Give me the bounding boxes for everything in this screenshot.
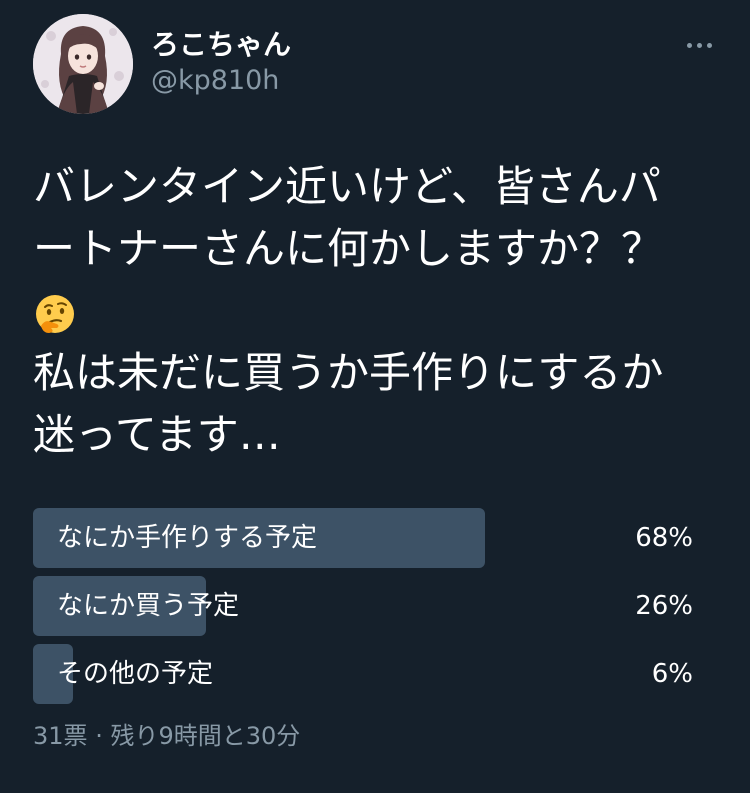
poll-meta: 31票 · 残り9時間と30分 — [33, 720, 300, 752]
poll-vote-count: 31票 — [33, 722, 88, 750]
poll-meta-separator: · — [95, 722, 103, 750]
more-options-button[interactable] — [679, 30, 719, 60]
tweet-text-line: 迷ってます… — [33, 410, 281, 459]
more-dot-icon — [686, 42, 692, 48]
user-handle[interactable]: @kp810h — [151, 64, 279, 98]
poll-option: なにか手作りする予定 68% — [33, 508, 698, 568]
poll-option-percent: 26% — [635, 591, 693, 621]
more-dot-icon — [706, 42, 712, 48]
tweet-text: バレンタイン近いけど、皆さんパ ートナーさんに何かしますか？？ 私は未だに買うか… — [33, 156, 723, 466]
poll-option: なにか買う予定 26% — [33, 576, 698, 636]
poll-option: その他の予定 6% — [33, 644, 698, 704]
tweet-text-line: ートナーさんに何かしますか？？ — [33, 224, 664, 273]
thinking-face-icon — [36, 294, 74, 333]
avatar[interactable] — [33, 14, 133, 114]
tweet-text-line: バレンタイン近いけど、皆さんパ — [33, 162, 661, 211]
poll: なにか手作りする予定 68% なにか買う予定 26% その他の予定 6% — [33, 508, 698, 712]
tweet-emoji-line — [33, 280, 723, 342]
poll-option-percent: 68% — [635, 523, 693, 553]
poll-time-remaining: 残り9時間と30分 — [110, 722, 301, 750]
tweet-text-line: 私は未だに買うか手作りにするか — [33, 348, 664, 397]
more-dot-icon — [696, 42, 702, 48]
poll-option-label: なにか買う予定 — [57, 591, 240, 621]
avatar-illustration — [33, 14, 133, 114]
poll-option-label: なにか手作りする予定 — [57, 523, 318, 553]
poll-option-percent: 6% — [651, 659, 693, 689]
display-name[interactable]: ろこちゃん — [151, 28, 291, 62]
poll-option-label: その他の予定 — [57, 659, 214, 689]
